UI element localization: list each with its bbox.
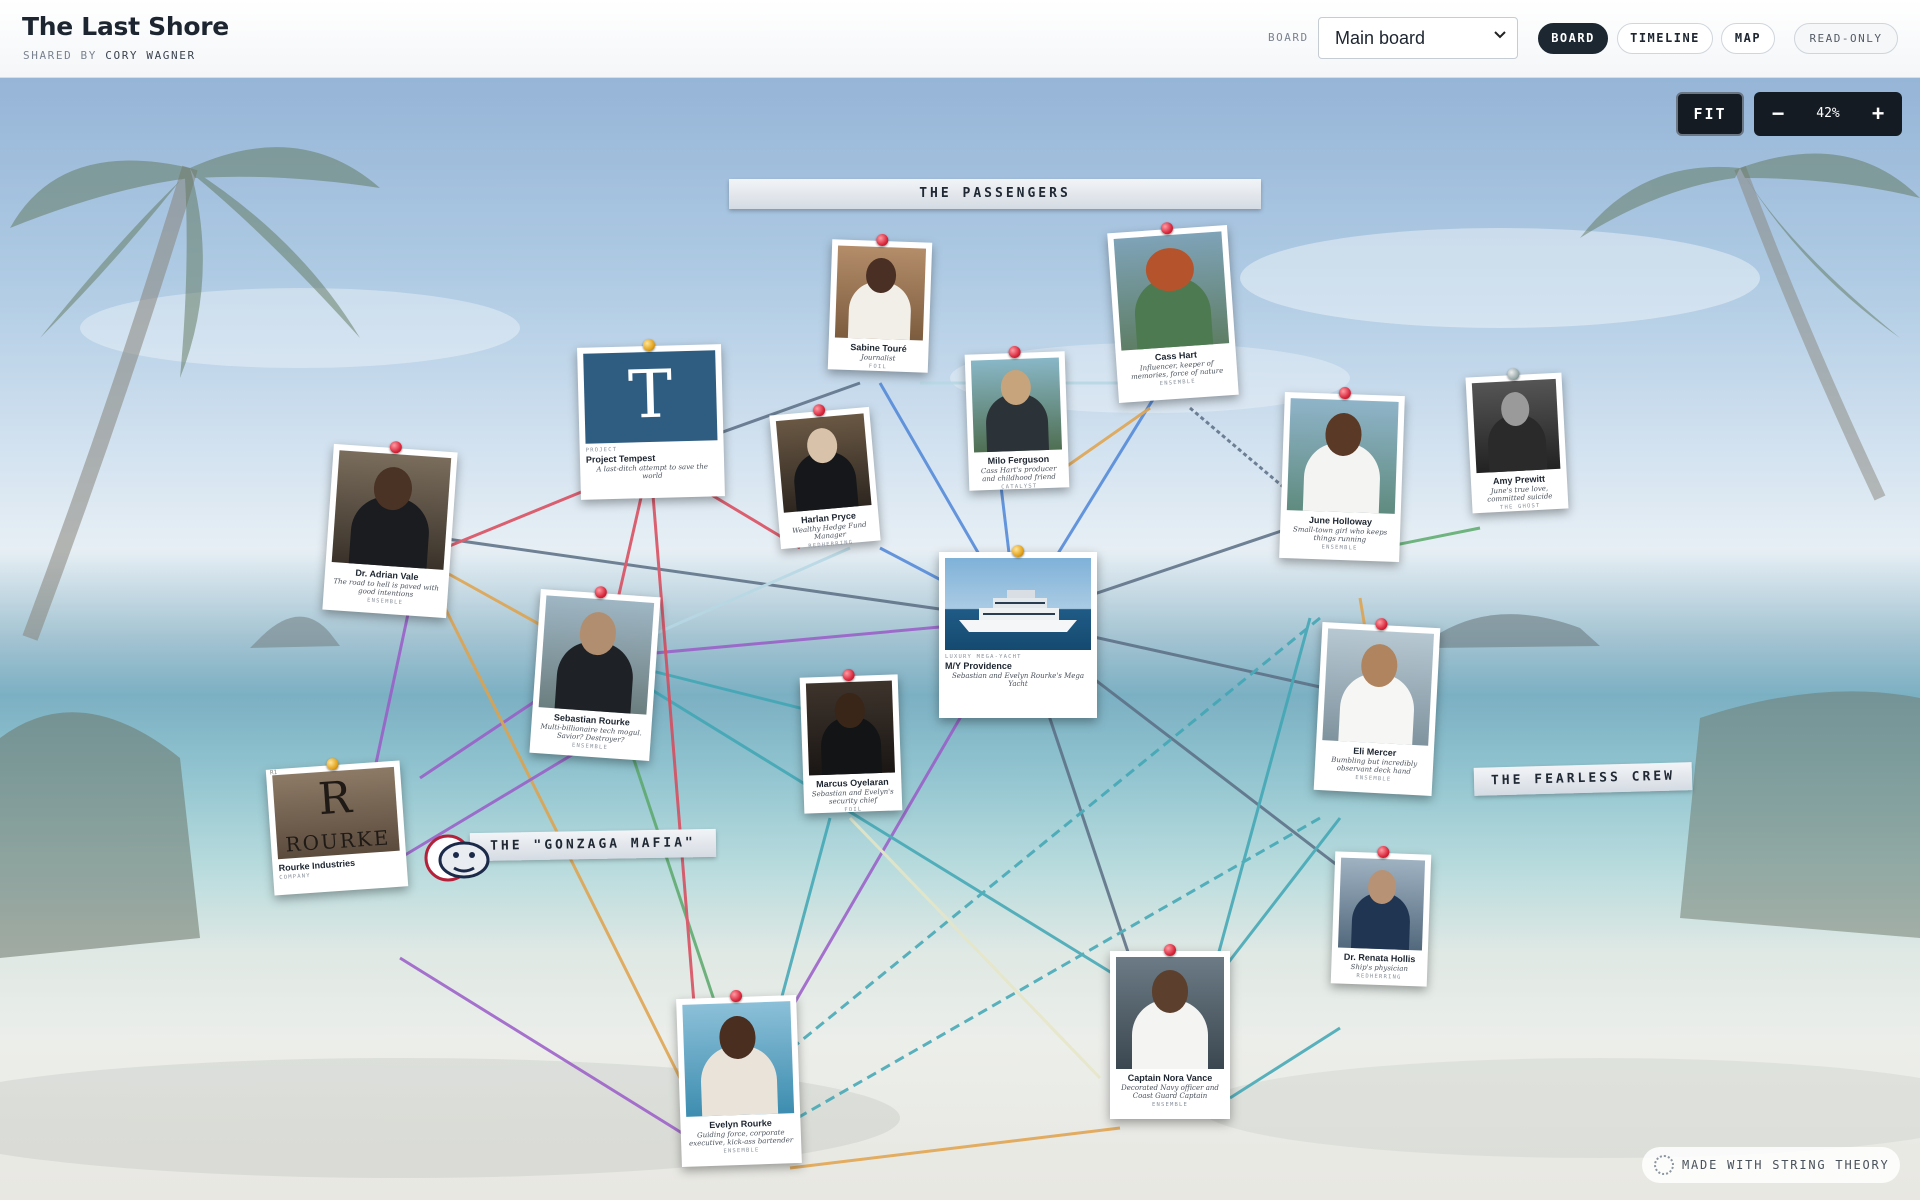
card-description: June's true love, committed suicide: [1487, 484, 1553, 504]
read-only-badge: READ-ONLY: [1794, 23, 1898, 54]
portrait-photo: [1471, 378, 1561, 474]
card-eli-mercer[interactable]: Eli Mercer Bumbling but incredibly obser…: [1313, 617, 1441, 796]
card-description: Journalist: [860, 353, 896, 363]
portrait-photo: [805, 680, 896, 776]
board-select-value: Main board: [1335, 28, 1426, 48]
pin: [1164, 944, 1176, 956]
portrait-photo: [538, 595, 655, 715]
section-banner-passengers: THE PASSENGERS: [729, 179, 1261, 209]
portrait-photo: [1286, 398, 1399, 514]
pin: [842, 668, 855, 682]
card-adrian-vale[interactable]: Dr. Adrian Vale The road to hell is pave…: [322, 440, 458, 619]
card-description: Cass Hart's producer and childhood frien…: [980, 464, 1057, 484]
card-name: Captain Nora Vance: [1127, 1073, 1213, 1083]
card-description: A last-ditch attempt to save the world: [596, 462, 709, 481]
pin: [1338, 386, 1352, 400]
card-name: M/Y Providence: [945, 661, 1012, 671]
zoom-out-button[interactable]: −: [1760, 92, 1796, 136]
card-kind: LUXURY MEGA-YACHT: [945, 654, 1022, 660]
pin: [1160, 221, 1174, 235]
pin: [326, 757, 339, 771]
pin: [729, 989, 743, 1003]
card-description: Small-town girl who keeps things running: [1292, 525, 1388, 544]
pin: [812, 403, 826, 417]
portrait-photo: [970, 357, 1063, 453]
shared-by: SHARED BY CORY WAGNER: [23, 49, 196, 62]
pin: [1375, 617, 1388, 631]
card-description: Ship's physician: [1350, 962, 1409, 973]
card-project-tempest[interactable]: T PROJECT Project Tempest A last-ditch a…: [577, 338, 725, 500]
portrait-photo: [1322, 628, 1435, 746]
pin: [642, 338, 656, 352]
card-tag: ENSEMBLE: [723, 1147, 760, 1155]
shared-by-name: CORY WAGNER: [105, 49, 196, 62]
card-description: Sebastian and Evelyn's security chief: [811, 787, 894, 806]
tab-map[interactable]: MAP: [1721, 23, 1775, 54]
card-tag: ENSEMBLE: [1321, 544, 1358, 552]
section-banner-mafia: THE "GONZAGA MAFIA": [469, 828, 717, 862]
made-with-text: MADE WITH STRING THEORY: [1682, 1158, 1890, 1172]
zoom-level: 42%: [1816, 106, 1840, 121]
card-marcus-oyelaran[interactable]: Marcus Oyelaran Sebastian and Evelyn's s…: [799, 668, 903, 814]
pin: [1012, 545, 1024, 557]
portrait-photo: [1116, 957, 1224, 1069]
card-rourke-industries[interactable]: R1 R ROURKE Rourke Industries COMPANY: [265, 757, 409, 896]
portrait-photo: [331, 450, 452, 570]
portrait-photo: [775, 413, 872, 513]
card-tag: ENSEMBLE: [1151, 1102, 1189, 1109]
tab-timeline[interactable]: TIMELINE: [1617, 23, 1713, 54]
zoom-in-button[interactable]: +: [1860, 92, 1896, 136]
card-amy-prewitt[interactable]: Amy Prewitt June's true love, committed …: [1465, 367, 1569, 514]
card-milo-ferguson[interactable]: Milo Ferguson Cass Hart's producer and c…: [964, 345, 1070, 491]
card-evelyn-rourke[interactable]: Evelyn Rourke Guiding force, corporate e…: [676, 989, 802, 1168]
pin: [1507, 367, 1520, 381]
pin: [1008, 345, 1021, 359]
pin: [594, 585, 608, 599]
shared-by-prefix: SHARED BY: [23, 49, 98, 62]
card-description: Sebastian and Evelyn Rourke's Mega Yacht: [951, 672, 1085, 689]
company-logo-word: ROURKE: [284, 825, 392, 857]
chevron-down-icon: [1493, 27, 1507, 46]
portrait-photo: [834, 245, 927, 341]
yacht-photo: [945, 558, 1091, 650]
board-select[interactable]: Main board: [1318, 17, 1518, 59]
bulldog-logo-icon: [424, 830, 494, 886]
pin: [389, 440, 403, 454]
project-logo-letter: T: [627, 355, 674, 434]
card-description: Decorated Navy officer and Coast Guard C…: [1121, 1084, 1219, 1101]
portrait-photo: [1113, 231, 1230, 351]
card-description: Guiding force, corporate executive, kick…: [688, 1128, 794, 1148]
board-canvas[interactable]: THE PASSENGERS THE FEARLESS CREW THE "GO…: [0, 78, 1920, 1200]
project-logo: T: [583, 350, 718, 444]
card-sabine-toure[interactable]: Sabine Touré Journalist FOIL: [827, 233, 933, 373]
portrait-photo: [1337, 857, 1426, 951]
pin: [876, 233, 889, 247]
card-renata-hollis[interactable]: Dr. Renata Hollis Ship's physician REDHE…: [1330, 845, 1432, 987]
company-logo-letter: R: [316, 771, 354, 826]
board-label: BOARD: [1268, 31, 1309, 44]
card-tag: REDHERRING: [1356, 973, 1402, 981]
fit-button[interactable]: FIT: [1676, 92, 1744, 136]
pin: [1377, 845, 1390, 859]
zoom-control: − 42% +: [1754, 92, 1902, 136]
card-yacht-providence[interactable]: LUXURY MEGA-YACHT M/Y Providence Sebasti…: [939, 545, 1097, 718]
card-harlan-pryce[interactable]: Harlan Pryce Wealthy Hedge Fund Manager …: [769, 403, 881, 550]
card-cass-hart[interactable]: Cass Hart Influencer, keeper of memories…: [1107, 221, 1239, 403]
card-june-holloway[interactable]: June Holloway Small-town girl who keeps …: [1279, 386, 1405, 563]
section-banner-crew: THE FEARLESS CREW: [1473, 762, 1693, 796]
company-logo: R ROURKE: [272, 766, 400, 860]
board-title: The Last Shore: [22, 12, 229, 41]
portrait-photo: [682, 1001, 795, 1117]
card-nora-vance[interactable]: Captain Nora Vance Decorated Navy office…: [1110, 944, 1230, 1119]
made-with-badge[interactable]: MADE WITH STRING THEORY: [1642, 1147, 1900, 1183]
string-theory-logo-icon: [1654, 1155, 1674, 1175]
top-bar: The Last Shore SHARED BY CORY WAGNER BOA…: [0, 0, 1920, 78]
card-sebastian-rourke[interactable]: Sebastian Rourke Multi-billionaire tech …: [529, 585, 661, 761]
tab-board[interactable]: BOARD: [1538, 23, 1608, 54]
yacht-icon: [959, 590, 1077, 632]
